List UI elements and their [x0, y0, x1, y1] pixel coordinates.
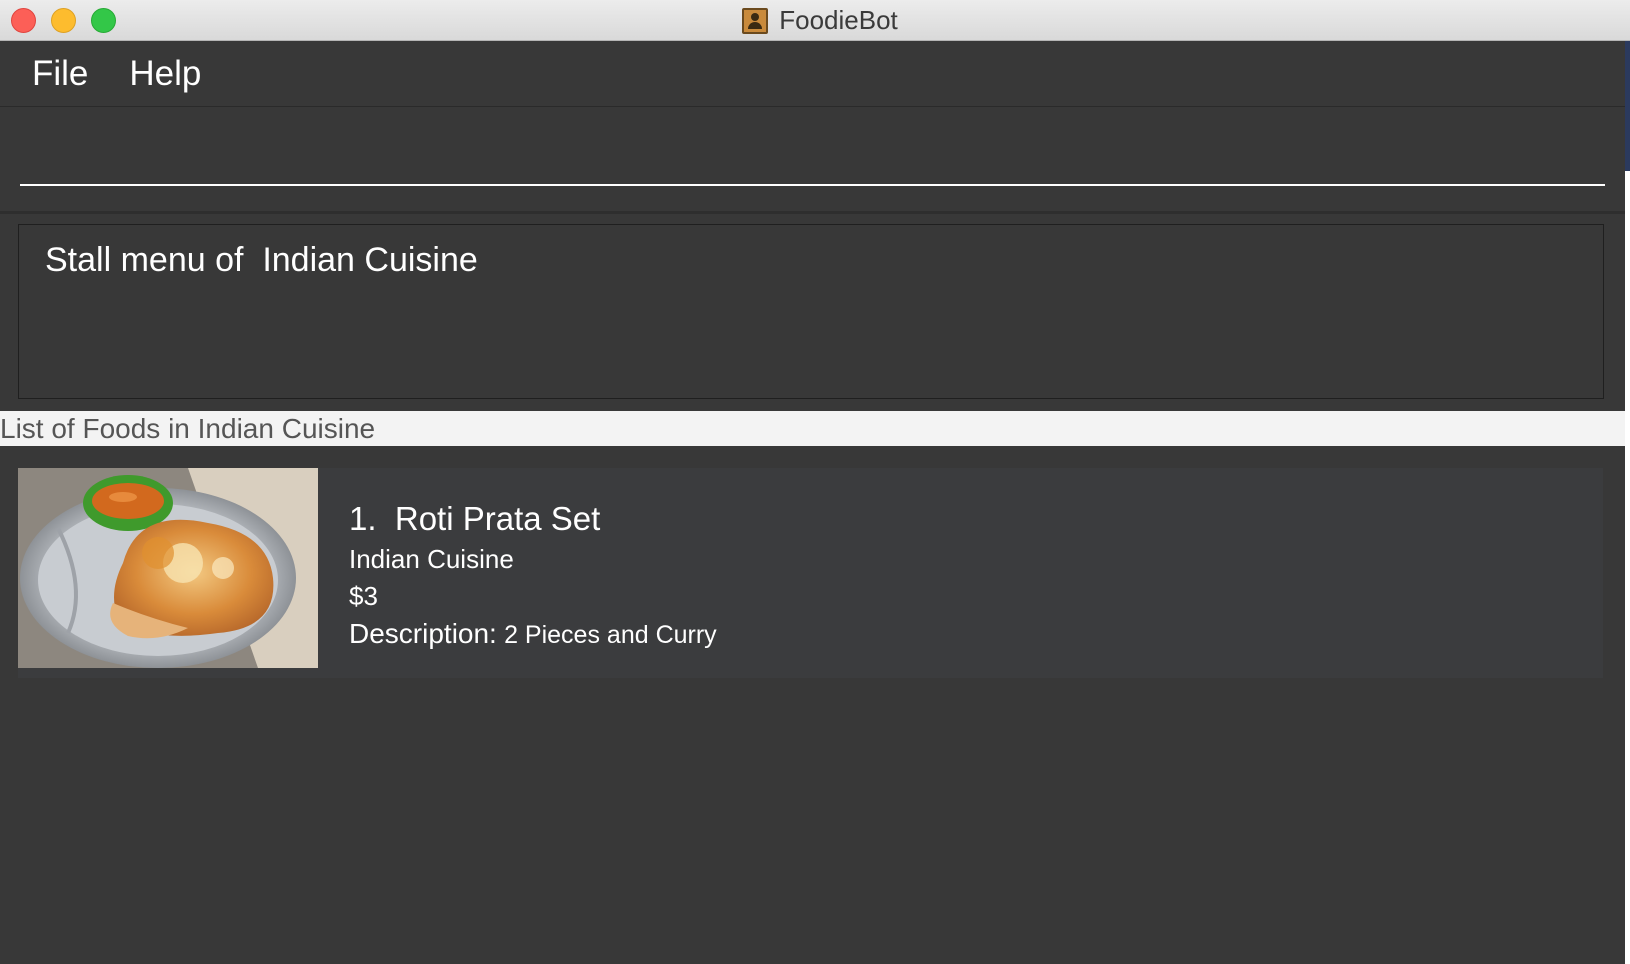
scrollbar-accent [1625, 41, 1630, 171]
menu-help[interactable]: Help [129, 54, 201, 94]
window-title-group: FoodieBot [0, 0, 1630, 41]
food-list-header: List of Foods in Indian Cuisine [0, 411, 1625, 446]
contact-book-icon [742, 7, 769, 34]
roti-prata-photo [18, 468, 318, 668]
menu-file[interactable]: File [32, 54, 88, 94]
food-list-card[interactable]: 1. Roti Prata Set Indian Cuisine $3 Desc… [18, 468, 1603, 678]
window-title: FoodieBot [779, 5, 898, 35]
food-name: Roti Prata Set [394, 500, 601, 537]
window-title-bar: FoodieBot [0, 0, 1630, 41]
food-image [18, 468, 318, 668]
food-description: 2 Pieces and Curry [504, 621, 717, 649]
result-text: Stall menu of Indian Cuisine [45, 241, 478, 279]
food-description-label: Description: [349, 618, 497, 649]
food-stall: Indian Cuisine [349, 544, 514, 574]
food-price: $3 [349, 581, 378, 611]
food-title: 1. Roti Prata Set [349, 500, 717, 538]
food-description-row: Description: 2 Pieces and Curry [349, 618, 717, 650]
command-input[interactable] [20, 148, 1605, 186]
food-index: 1. [349, 500, 377, 537]
window-right-edge [1625, 41, 1630, 964]
food-info: 1. Roti Prata Set Indian Cuisine $3 Desc… [349, 500, 717, 650]
result-display: Stall menu of Indian Cuisine [18, 224, 1604, 399]
command-box-area [0, 108, 1625, 214]
menu-bar: File Help [0, 41, 1625, 107]
